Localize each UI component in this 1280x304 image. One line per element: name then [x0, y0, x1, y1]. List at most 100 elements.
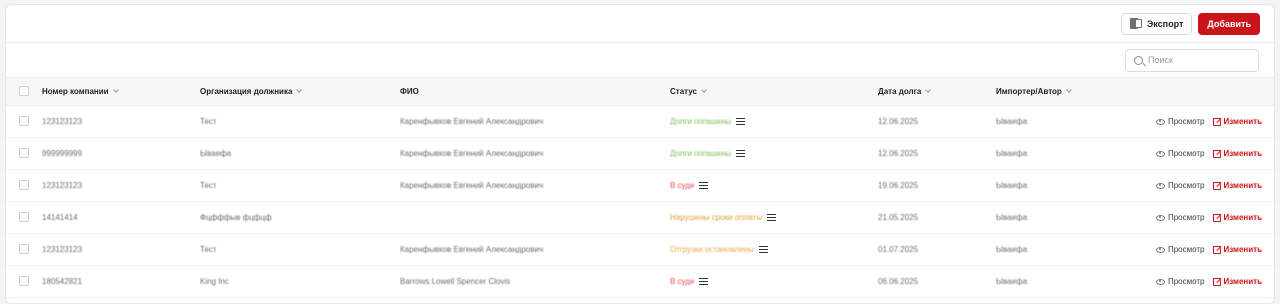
- cell-debt-date: 12.06.2025: [878, 149, 919, 158]
- row-checkbox[interactable]: [19, 243, 29, 254]
- edit-icon: [1212, 277, 1221, 286]
- view-label: Просмотр: [1167, 213, 1205, 222]
- view-label: Просмотр: [1167, 245, 1205, 254]
- cell-actions: Просмотр Изменить: [1116, 202, 1274, 234]
- edit-icon: [1212, 213, 1221, 222]
- status-text: Долги погашены: [670, 149, 732, 158]
- list-icon[interactable]: [767, 214, 777, 222]
- cell-debt-date: 21.05.2025: [878, 213, 919, 222]
- table-row: 180542821 King Inc Barrows Lowell Spence…: [6, 266, 1274, 298]
- chevron-down-icon: [701, 87, 707, 93]
- cell-company-number: 123123123: [42, 245, 83, 254]
- eye-icon: [1155, 278, 1165, 285]
- list-icon[interactable]: [736, 150, 746, 158]
- cell-actions: Просмотр Изменить: [1116, 138, 1274, 170]
- cell-debtor-org: Тест: [200, 117, 217, 126]
- edit-label: Изменить: [1223, 277, 1262, 286]
- column-debt-date[interactable]: Дата долга: [878, 78, 996, 106]
- edit-label: Изменить: [1223, 117, 1262, 126]
- cell-status: Нарушены сроки оплаты: [670, 202, 878, 234]
- chevron-down-icon: [112, 87, 119, 93]
- cell-full-name: Каренфывков Евгений Александрович: [400, 245, 544, 254]
- view-button[interactable]: Просмотр: [1155, 181, 1205, 190]
- column-status[interactable]: Статус: [670, 78, 878, 106]
- cell-importer: Ываефа: [996, 277, 1028, 286]
- column-importer[interactable]: Импортер/Автор: [996, 78, 1116, 106]
- view-label: Просмотр: [1167, 117, 1205, 126]
- eye-icon: [1155, 118, 1165, 125]
- edit-icon: [1212, 117, 1221, 126]
- list-icon[interactable]: [699, 182, 709, 190]
- cell-full-name: Barrows Lowell Spencer Clovis: [400, 277, 511, 286]
- edit-icon: [1212, 245, 1221, 254]
- view-button[interactable]: Просмотр: [1155, 213, 1205, 222]
- cell-debtor-org: Тест: [200, 181, 217, 190]
- edit-button[interactable]: Изменить: [1212, 245, 1262, 254]
- cell-debtor-org: Ываефа: [200, 149, 232, 158]
- column-company-number[interactable]: Номер компании: [42, 78, 200, 106]
- row-checkbox[interactable]: [19, 147, 29, 158]
- column-debtor-org[interactable]: Организация должника: [200, 78, 400, 106]
- eye-icon: [1155, 182, 1165, 189]
- cell-debt-date: 06.06.2025: [878, 277, 919, 286]
- cell-company-number: 14141414: [42, 213, 78, 222]
- search-row: [6, 43, 1274, 77]
- table-row: 123123123 Тест Каренфывков Евгений Алекс…: [6, 170, 1274, 202]
- edit-button[interactable]: Изменить: [1212, 181, 1262, 190]
- cell-company-number: 123123123: [42, 181, 83, 190]
- cell-debt-date: 12.06.2025: [878, 117, 919, 126]
- cell-actions: Просмотр Изменить: [1116, 106, 1274, 138]
- search-box[interactable]: [1125, 48, 1259, 72]
- cell-company-number: 180542821: [42, 277, 83, 286]
- cell-status: В суде: [670, 266, 878, 298]
- row-checkbox[interactable]: [19, 211, 29, 222]
- table-row: 14141414 Фцфффыв фцфцф Нарушены сроки оп…: [6, 202, 1274, 234]
- row-checkbox[interactable]: [19, 115, 29, 126]
- cell-debt-date: 01.07.2025: [878, 245, 919, 254]
- cell-actions: Просмотр Изменить: [1116, 266, 1274, 298]
- row-checkbox[interactable]: [19, 275, 29, 286]
- cell-importer: Ываефа: [996, 181, 1028, 190]
- add-button[interactable]: Добавить: [1198, 12, 1260, 35]
- list-icon[interactable]: [699, 278, 709, 286]
- edit-button[interactable]: Изменить: [1212, 213, 1262, 222]
- view-button[interactable]: Просмотр: [1155, 149, 1205, 158]
- edit-button[interactable]: Изменить: [1212, 277, 1262, 286]
- edit-label: Изменить: [1223, 181, 1262, 190]
- edit-label: Изменить: [1223, 213, 1262, 222]
- cell-company-number: 123123123: [42, 117, 83, 126]
- chevron-down-icon: [925, 87, 932, 93]
- view-button[interactable]: Просмотр: [1155, 117, 1205, 126]
- cell-full-name: Каренфывков Евгений Александрович: [400, 181, 544, 190]
- cell-debtor-org: King Inc: [200, 277, 229, 286]
- toolbar: Экспорт Добавить: [6, 5, 1274, 43]
- view-label: Просмотр: [1167, 149, 1205, 158]
- search-input[interactable]: [1148, 55, 1248, 65]
- cell-importer: Ываефа: [996, 117, 1028, 126]
- debts-table: Номер компании Организация должника ФИО …: [6, 77, 1274, 298]
- cell-debtor-org: Тест: [200, 245, 217, 254]
- cell-full-name: Каренфывков Евгений Александрович: [400, 117, 544, 126]
- edit-label: Изменить: [1223, 149, 1262, 158]
- cell-status: Долги погашены: [670, 138, 878, 170]
- table-header-row: Номер компании Организация должника ФИО …: [6, 77, 1274, 106]
- add-label: Добавить: [1207, 18, 1251, 29]
- edit-icon: [1212, 149, 1221, 158]
- list-icon[interactable]: [758, 246, 768, 254]
- view-button[interactable]: Просмотр: [1155, 245, 1205, 254]
- select-all-checkbox[interactable]: [19, 85, 29, 96]
- view-button[interactable]: Просмотр: [1155, 277, 1205, 286]
- cell-status: Долги погашены: [670, 106, 878, 138]
- cell-actions: Просмотр Изменить: [1116, 170, 1274, 202]
- edit-button[interactable]: Изменить: [1212, 117, 1262, 126]
- eye-icon: [1155, 246, 1165, 253]
- chevron-down-icon: [296, 87, 303, 93]
- status-text: Долги погашены: [670, 117, 732, 126]
- cell-full-name: [400, 202, 670, 234]
- list-icon[interactable]: [736, 118, 746, 126]
- edit-button[interactable]: Изменить: [1212, 149, 1262, 158]
- view-label: Просмотр: [1167, 277, 1205, 286]
- export-button[interactable]: Экспорт: [1120, 12, 1193, 35]
- column-full-name: ФИО: [400, 87, 419, 96]
- row-checkbox[interactable]: [19, 179, 29, 190]
